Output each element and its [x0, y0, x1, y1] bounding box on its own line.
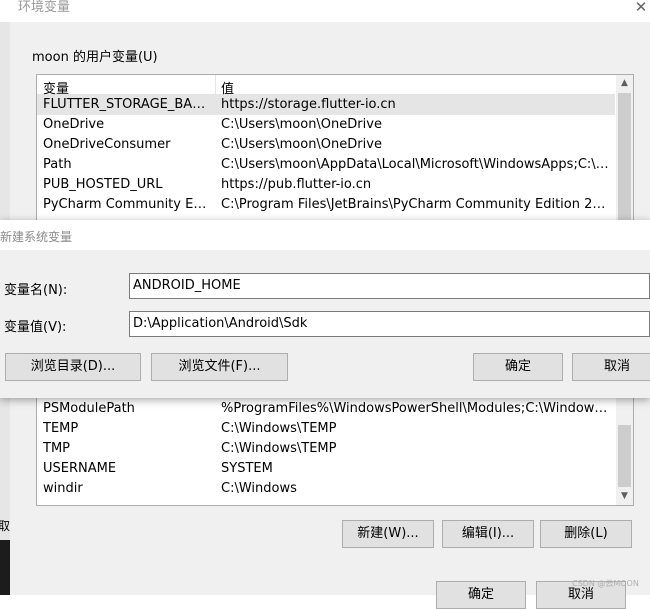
- variable-value: SYSTEM: [221, 461, 273, 476]
- dialog-title: 新建系统变量: [0, 230, 73, 244]
- watermark: CSDN @云MOON: [572, 579, 639, 588]
- env-ok-button[interactable]: 确定: [436, 581, 526, 609]
- background-app-text: 取: [0, 519, 11, 533]
- table-row[interactable]: PyCharm Community Edition C:\Program Fil…: [37, 195, 615, 215]
- background-app-dark-area: [0, 540, 10, 595]
- table-row[interactable]: PUB_HOSTED_URL https://pub.flutter-io.cn: [37, 175, 615, 195]
- dialog-ok-button[interactable]: 确定: [473, 353, 563, 381]
- variable-value: C:\Windows: [221, 481, 297, 496]
- table-row[interactable]: Path C:\Users\moon\AppData\Local\Microso…: [37, 155, 615, 175]
- variable-value: C:\Users\moon\AppData\Local\Microsoft\Wi…: [221, 157, 613, 172]
- variable-value: C:\Program Files\JetBrains\PyCharm Commu…: [221, 197, 613, 212]
- variable-name: Path: [43, 157, 72, 172]
- table-row[interactable]: windir C:\Windows: [37, 479, 615, 499]
- variable-name: windir: [43, 481, 83, 496]
- variable-value: %ProgramFiles%\WindowsPowerShell\Modules…: [221, 401, 613, 416]
- browse-directory-button[interactable]: 浏览目录(D)...: [5, 353, 141, 381]
- variable-value: C:\Windows\TEMP: [221, 441, 337, 456]
- variable-value: https://storage.flutter-io.cn: [221, 97, 396, 112]
- system-variables-list[interactable]: PSModulePath %ProgramFiles%\WindowsPower…: [36, 380, 634, 506]
- variable-value: C:\Users\moon\OneDrive: [221, 117, 382, 132]
- variable-name: PUB_HOSTED_URL: [43, 177, 163, 192]
- variable-name: OneDriveConsumer: [43, 137, 171, 152]
- new-system-variable-dialog: 新建系统变量 变量名(N): ANDROID_HOME 变量值(V): D:\A…: [0, 220, 650, 398]
- variable-name: PSModulePath: [43, 401, 135, 416]
- variable-value: C:\Users\moon\OneDrive: [221, 137, 382, 152]
- column-separator[interactable]: [215, 75, 216, 94]
- variable-value: https://pub.flutter-io.cn: [221, 177, 372, 192]
- variable-value: C:\Windows\TEMP: [221, 421, 337, 436]
- dialog-cancel-button[interactable]: 取消: [572, 353, 650, 381]
- user-variables-list[interactable]: 变量 值 FLUTTER_STORAGE_BASE_... https://st…: [36, 74, 634, 222]
- table-row[interactable]: USERNAME SYSTEM: [37, 459, 615, 479]
- scroll-down-icon[interactable]: ▼: [616, 488, 633, 505]
- table-row[interactable]: OneDriveConsumer C:\Users\moon\OneDrive: [37, 135, 615, 155]
- table-row[interactable]: OneDrive C:\Users\moon\OneDrive: [37, 115, 615, 135]
- variable-name: TEMP: [43, 421, 79, 436]
- variable-value-label: 变量值(V):: [4, 320, 67, 335]
- window-titlebar: 环境变量 ✕: [0, 0, 650, 22]
- table-row[interactable]: TEMP C:\Windows\TEMP: [37, 419, 615, 439]
- vertical-scrollbar[interactable]: ▲: [616, 75, 633, 221]
- vertical-scrollbar[interactable]: ▼: [616, 381, 633, 505]
- variable-name: TMP: [43, 441, 70, 456]
- user-variables-group-label: moon 的用户变量(U): [32, 50, 158, 65]
- scrollbar-thumb[interactable]: [618, 425, 631, 487]
- scrollbar-thumb[interactable]: [618, 93, 631, 221]
- variable-name: USERNAME: [43, 461, 117, 476]
- dialog-titlebar: 新建系统变量: [0, 220, 650, 250]
- variable-name: FLUTTER_STORAGE_BASE_...: [43, 97, 213, 112]
- browse-file-button[interactable]: 浏览文件(F)...: [151, 353, 288, 381]
- variable-name: OneDrive: [43, 117, 105, 132]
- new-system-variable-button[interactable]: 新建(W)...: [342, 520, 434, 548]
- scroll-up-icon[interactable]: ▲: [616, 75, 633, 92]
- table-row[interactable]: PSModulePath %ProgramFiles%\WindowsPower…: [37, 399, 615, 419]
- edit-system-variable-button[interactable]: 编辑(I)...: [442, 520, 534, 548]
- close-icon[interactable]: ✕: [632, 0, 650, 16]
- variable-name-label: 变量名(N):: [4, 283, 68, 298]
- variable-name-input[interactable]: ANDROID_HOME: [129, 273, 650, 299]
- variable-name: PyCharm Community Edition: [43, 197, 213, 212]
- table-row[interactable]: TMP C:\Windows\TEMP: [37, 439, 615, 459]
- window-title: 环境变量: [18, 0, 71, 15]
- list-header: 变量 值: [37, 75, 615, 97]
- table-row[interactable]: FLUTTER_STORAGE_BASE_... https://storage…: [37, 95, 615, 115]
- variable-value-input[interactable]: D:\Application\Android\Sdk: [129, 311, 650, 337]
- delete-system-variable-button[interactable]: 删除(L): [540, 520, 632, 548]
